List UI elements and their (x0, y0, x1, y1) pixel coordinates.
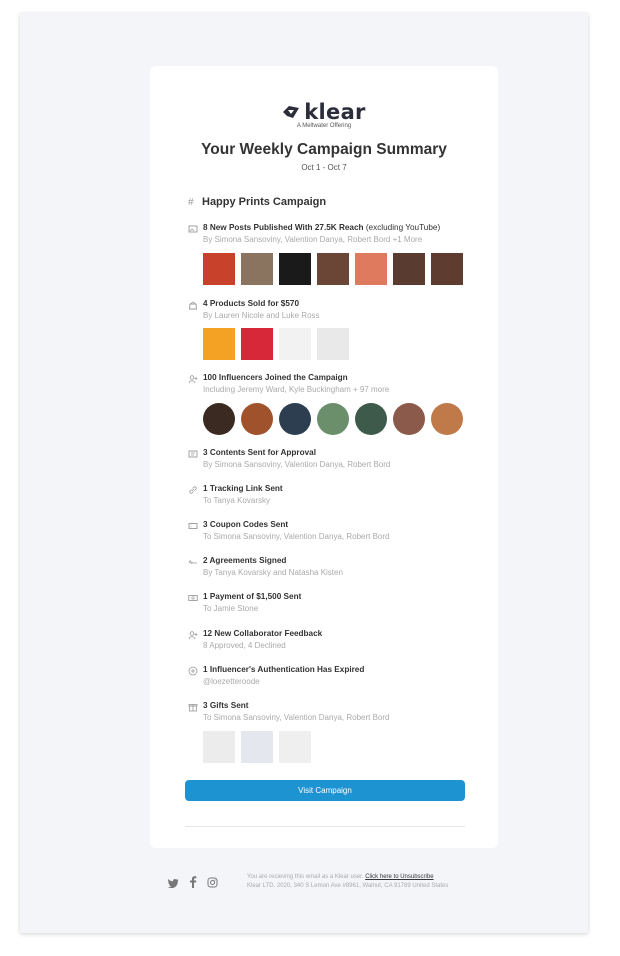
item-title: 3 Contents Sent for Approval (203, 448, 316, 457)
email-title: Your Weekly Campaign Summary (201, 141, 447, 158)
item-subtitle: To Simona Sansoviny, Valention Danya, Ro… (203, 532, 390, 541)
payment-icon (188, 593, 198, 603)
gift-icon (188, 702, 198, 712)
item-subtitle: @loezetteroode (203, 677, 260, 686)
item-title: 1 Influencer's Authentication Has Expire… (203, 665, 365, 674)
footer-notice: You are recieving this email as a Klear … (247, 874, 364, 880)
post-thumbnail (279, 253, 311, 285)
post-thumbnail (355, 253, 387, 285)
post-thumbnails (203, 253, 463, 285)
item-subtitle: By Simona Sansoviny, Valention Danya, Ro… (203, 235, 423, 244)
shopping-bag-icon (188, 300, 198, 310)
post-thumbnail (393, 253, 425, 285)
item-subtitle: By Lauren Nicole and Luke Ross (203, 311, 320, 320)
klear-logo-icon (283, 106, 300, 118)
product-thumbnails (203, 328, 349, 360)
signature-icon (188, 557, 198, 567)
brand-mark: klear (282, 100, 365, 124)
unsubscribe-link[interactable]: Click here to Unsubscribe (365, 874, 433, 880)
item-subtitle: 8 Approved, 4 Declined (203, 641, 286, 650)
brand-tagline: A Meltwater Offering (296, 123, 352, 129)
twitter-icon[interactable] (167, 875, 179, 893)
email-frame: klear A Meltwater Offering Your Weekly C… (20, 13, 588, 933)
influencer-avatar (203, 403, 235, 435)
post-thumbnail (241, 253, 273, 285)
influencer-avatar (317, 403, 349, 435)
social-links (167, 875, 218, 893)
feedback-icon (188, 630, 198, 640)
product-thumbnail (279, 328, 311, 360)
item-title: 8 New Posts Published With 27.5K Reach (… (203, 223, 441, 232)
item-title: 12 New Collaborator Feedback (203, 629, 323, 638)
content-icon (188, 449, 198, 459)
item-subtitle: By Simona Sansoviny, Valention Danya, Ro… (203, 460, 391, 469)
item-subtitle: To Simona Sansoviny, Valention Danya, Ro… (203, 713, 390, 722)
influencer-avatar (241, 403, 273, 435)
user-add-icon (188, 374, 198, 384)
footer-text: You are recieving this email as a Klear … (247, 873, 448, 891)
brand-name: klear (304, 100, 366, 124)
date-range: Oct 1 - Oct 7 (301, 163, 347, 172)
post-thumbnail (317, 253, 349, 285)
gift-thumbnail (203, 731, 235, 763)
influencer-avatar (431, 403, 463, 435)
coupon-icon (188, 521, 198, 531)
gift-thumbnails (203, 731, 311, 763)
email-card: klear A Meltwater Offering Your Weekly C… (150, 66, 498, 848)
post-thumbnail (431, 253, 463, 285)
item-title: 100 Influencers Joined the Campaign (203, 373, 348, 382)
item-subtitle: To Tanya Kovarsky (203, 496, 270, 505)
influencer-avatars (203, 403, 463, 435)
item-title: 3 Coupon Codes Sent (203, 520, 289, 529)
item-subtitle: Including Jeremy Ward, Kyle Buckingham +… (203, 385, 390, 394)
influencer-avatar (279, 403, 311, 435)
product-thumbnail (241, 328, 273, 360)
instagram-icon[interactable] (207, 875, 218, 893)
gift-thumbnail (241, 731, 273, 763)
item-title: 1 Payment of $1,500 Sent (203, 592, 302, 601)
item-subtitle: To Jamie Stone (203, 604, 259, 613)
post-thumbnail (203, 253, 235, 285)
campaign-header: # Happy Prints Campaign (188, 196, 326, 208)
product-thumbnail (317, 328, 349, 360)
plus-circle-icon (188, 666, 198, 676)
gift-thumbnail (279, 731, 311, 763)
hash-icon: # (188, 196, 194, 208)
campaign-name: Happy Prints Campaign (202, 196, 327, 208)
item-title: 1 Tracking Link Sent (203, 484, 283, 493)
logo: klear A Meltwater Offering (150, 100, 498, 129)
item-title: 4 Products Sold for $570 (203, 299, 300, 308)
facebook-icon[interactable] (189, 875, 197, 893)
item-subtitle: By Tanya Kovarsky and Natasha Kisten (203, 568, 343, 577)
influencer-avatar (355, 403, 387, 435)
visit-campaign-button[interactable]: Visit Campaign (185, 780, 465, 801)
divider (185, 826, 465, 827)
influencer-avatar (393, 403, 425, 435)
footer-address: Klear LTD. 2020, 340 S Lemon Ave #8961, … (247, 883, 449, 889)
item-title: 3 Gifts Sent (203, 701, 249, 710)
item-title: 2 Agreements Signed (203, 556, 287, 565)
product-thumbnail (203, 328, 235, 360)
image-icon (188, 224, 198, 234)
link-icon (188, 485, 198, 495)
